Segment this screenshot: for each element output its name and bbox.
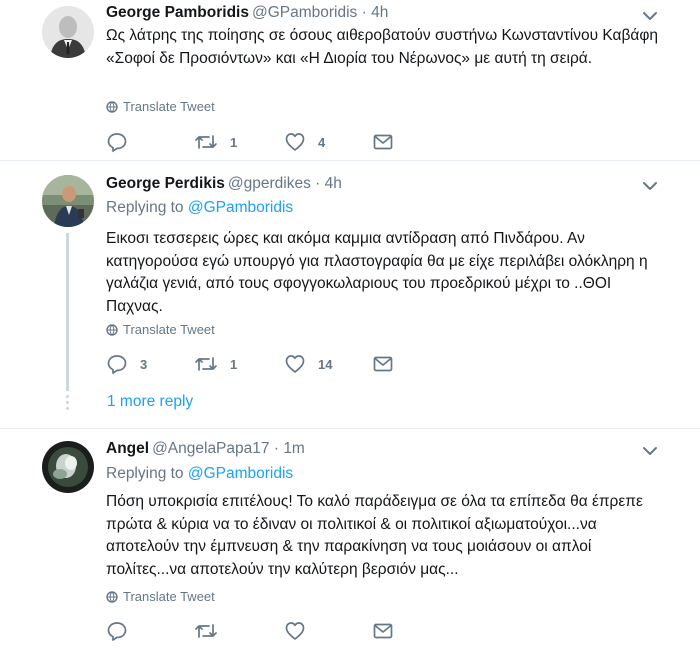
separator-dot: · bbox=[361, 4, 367, 21]
like-button[interactable] bbox=[284, 619, 318, 643]
dm-button[interactable] bbox=[372, 352, 394, 376]
more-reply-link[interactable]: 1 more reply bbox=[107, 393, 193, 411]
heart-icon bbox=[285, 133, 305, 151]
retweet-count: 1 bbox=[230, 134, 238, 150]
translate-tweet[interactable]: Translate Tweet bbox=[106, 589, 215, 604]
tweet-actions bbox=[106, 619, 406, 643]
timestamp[interactable]: 1m bbox=[283, 440, 305, 457]
reply-icon bbox=[107, 622, 127, 641]
reply-icon bbox=[107, 133, 127, 152]
chevron-down-icon[interactable] bbox=[640, 6, 660, 26]
tweet-perdikis[interactable]: George Perdikis @gperdikes · 4h Replying … bbox=[0, 161, 700, 429]
author-handle[interactable]: @gperdikes bbox=[228, 175, 311, 192]
translate-label: Translate Tweet bbox=[123, 322, 215, 337]
author-handle[interactable]: @GPamboridis bbox=[252, 4, 357, 21]
like-button[interactable]: 14 bbox=[284, 352, 332, 376]
avatar[interactable] bbox=[42, 175, 94, 227]
chevron-down-icon[interactable] bbox=[640, 441, 660, 461]
translate-tweet[interactable]: Translate Tweet bbox=[106, 322, 215, 337]
replying-mention-link[interactable]: @GPamboridis bbox=[188, 465, 293, 482]
heart-icon bbox=[285, 622, 305, 640]
tweet-actions: 1 4 bbox=[106, 130, 406, 154]
separator-dot: · bbox=[315, 175, 321, 192]
tweet-actions: 3 1 14 bbox=[106, 352, 406, 376]
tweet-header: Angel @AngelaPapa17 · 1m bbox=[106, 439, 305, 459]
like-count: 4 bbox=[318, 134, 326, 150]
timestamp[interactable]: 4h bbox=[371, 4, 388, 21]
tweet-header: George Perdikis @gperdikes · 4h bbox=[106, 174, 342, 194]
replying-to: Replying to @GPamboridis bbox=[106, 465, 293, 483]
author-name[interactable]: Angel bbox=[106, 440, 149, 457]
reply-button[interactable] bbox=[106, 130, 140, 154]
dm-button[interactable] bbox=[372, 130, 394, 154]
reply-count: 3 bbox=[140, 356, 148, 372]
reply-button[interactable]: 3 bbox=[106, 352, 147, 376]
reply-button[interactable] bbox=[106, 619, 140, 643]
thread-line bbox=[66, 233, 69, 391]
separator-dot: · bbox=[273, 440, 279, 457]
replying-mention-link[interactable]: @GPamboridis bbox=[188, 199, 293, 216]
translate-tweet[interactable]: Translate Tweet bbox=[106, 99, 215, 114]
tweet-angel[interactable]: Angel @AngelaPapa17 · 1m Replying to @GPa… bbox=[0, 429, 700, 651]
translate-label: Translate Tweet bbox=[123, 589, 215, 604]
retweet-icon bbox=[195, 357, 217, 371]
translate-label: Translate Tweet bbox=[123, 99, 215, 114]
avatar[interactable] bbox=[42, 441, 94, 493]
retweet-count: 1 bbox=[230, 356, 238, 372]
author-name[interactable]: George Pamboridis bbox=[106, 4, 249, 21]
replying-to: Replying to @GPamboridis bbox=[106, 199, 293, 217]
tweet-header: George Pamboridis @GPamboridis · 4h bbox=[106, 3, 388, 23]
tweet-text: Ως λάτρης της ποίησης σε όσους αιθεροβατ… bbox=[106, 27, 659, 67]
tweet-text: Πόση υποκρισία επιτέλους! Το καλό παράδε… bbox=[106, 493, 643, 578]
chevron-down-icon[interactable] bbox=[640, 176, 660, 196]
retweet-icon bbox=[195, 135, 217, 149]
heart-icon bbox=[285, 355, 305, 373]
globe-icon bbox=[106, 590, 118, 603]
envelope-icon bbox=[373, 134, 393, 150]
retweet-button[interactable]: 1 bbox=[194, 352, 237, 376]
timestamp[interactable]: 4h bbox=[325, 175, 342, 192]
tweet-pamboridis[interactable]: George Pamboridis @GPamboridis · 4h Ως λά… bbox=[0, 0, 700, 161]
like-button[interactable]: 4 bbox=[284, 130, 325, 154]
replying-prefix: Replying to bbox=[106, 465, 184, 482]
globe-icon bbox=[106, 323, 118, 336]
tweet-text: Εικοσι τεσσερεις ώρες και ακόμα καμμια α… bbox=[106, 230, 648, 315]
replying-prefix: Replying to bbox=[106, 199, 184, 216]
envelope-icon bbox=[373, 623, 393, 639]
reply-icon bbox=[107, 355, 127, 374]
author-name[interactable]: George Perdikis bbox=[106, 175, 225, 192]
retweet-button[interactable]: 1 bbox=[194, 130, 237, 154]
thread-gap-dots bbox=[66, 395, 69, 413]
author-handle[interactable]: @AngelaPapa17 bbox=[152, 440, 269, 457]
retweet-icon bbox=[195, 624, 217, 638]
retweet-button[interactable] bbox=[194, 619, 230, 643]
dm-button[interactable] bbox=[372, 619, 394, 643]
like-count: 14 bbox=[318, 356, 333, 372]
avatar[interactable] bbox=[42, 6, 94, 58]
envelope-icon bbox=[373, 356, 393, 372]
globe-icon bbox=[106, 100, 118, 113]
